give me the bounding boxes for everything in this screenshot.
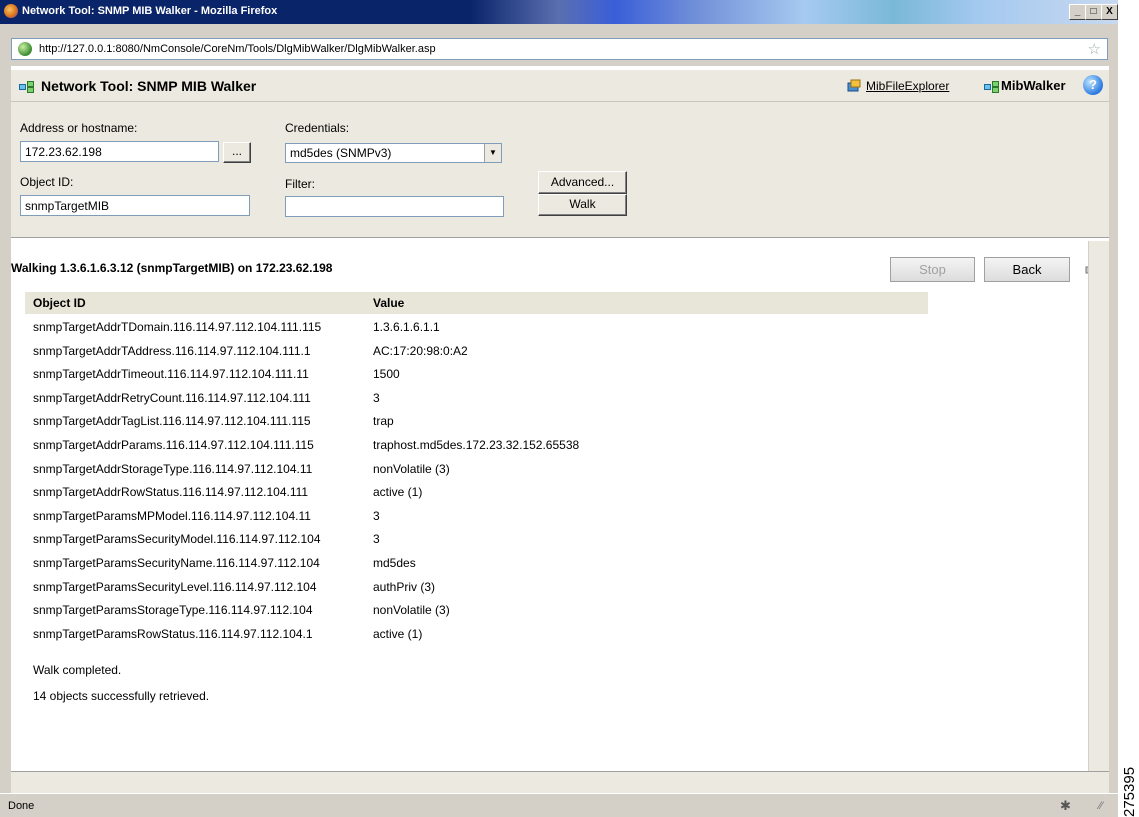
- address-label: Address or hostname:: [20, 121, 138, 135]
- row-object-id: snmpTargetAddrStorageType.116.114.97.112…: [33, 461, 313, 476]
- summary-text: 14 objects successfully retrieved.: [33, 689, 210, 703]
- row-object-id: snmpTargetAddrTDomain.116.114.97.112.104…: [33, 320, 322, 334]
- chevron-down-icon[interactable]: ▼: [484, 144, 501, 162]
- row-value: trap: [373, 414, 394, 429]
- url-text: http://127.0.0.1:8080/NmConsole/CoreNm/T…: [39, 43, 436, 55]
- row-object-id: snmpTargetAddrParams.116.114.97.112.104.…: [33, 438, 314, 452]
- vertical-scrollbar[interactable]: [1088, 241, 1109, 771]
- credentials-select[interactable]: md5des (SNMPv3) ▼: [285, 143, 502, 163]
- row-object-id: snmpTargetAddrTimeout.116.114.97.112.104…: [33, 367, 309, 382]
- row-object-id: snmpTargetAddrTAddress.116.114.97.112.10…: [33, 343, 311, 358]
- close-button[interactable]: X: [1101, 4, 1118, 20]
- window-title: Network Tool: SNMP MIB Walker - Mozilla …: [22, 5, 278, 17]
- row-value: 3: [373, 508, 380, 523]
- row-value: 3: [373, 390, 380, 405]
- address-input[interactable]: [20, 141, 219, 162]
- row-object-id: snmpTargetParamsStorageType.116.114.97.1…: [33, 603, 313, 618]
- table-row: snmpTargetAddrRowStatus.116.114.97.112.1…: [33, 485, 933, 507]
- row-object-id: snmpTargetAddrTagList.116.114.97.112.104…: [33, 414, 311, 429]
- row-object-id: snmpTargetParamsRowStatus.116.114.97.112…: [33, 626, 313, 641]
- row-value: AC:17:20:98:0:A2: [373, 343, 468, 358]
- row-value: active (1): [373, 626, 423, 641]
- window-title-bar[interactable]: Network Tool: SNMP MIB Walker - Mozilla …: [0, 0, 1118, 24]
- row-value: nonVolatile (3): [373, 461, 450, 476]
- back-button[interactable]: Back: [984, 257, 1070, 282]
- walk-button[interactable]: Walk: [538, 194, 627, 216]
- row-value: nonVolatile (3): [373, 603, 450, 618]
- bookmark-star-icon[interactable]: ☆: [1088, 40, 1101, 58]
- row-object-id: snmpTargetParamsMPModel.116.114.97.112.1…: [33, 508, 311, 523]
- table-row: snmpTargetParamsMPModel.116.114.97.112.1…: [33, 509, 933, 531]
- table-row: snmpTargetAddrTAddress.116.114.97.112.10…: [33, 344, 933, 366]
- mib-walker-label: MibWalker: [1001, 78, 1066, 93]
- row-object-id: snmpTargetParamsSecurityModel.116.114.97…: [33, 532, 321, 547]
- figure-id-text: 275395: [1121, 766, 1138, 817]
- row-value: authPriv (3): [373, 579, 436, 594]
- table-row: snmpTargetParamsSecurityLevel.116.114.97…: [33, 580, 933, 602]
- row-value: active (1): [373, 485, 423, 500]
- table-row: snmpTargetAddrTimeout.116.114.97.112.104…: [33, 367, 933, 389]
- addon-icon[interactable]: ✱: [1060, 798, 1071, 814]
- minimize-button[interactable]: _: [1069, 4, 1086, 20]
- table-row: snmpTargetAddrStorageType.116.114.97.112…: [33, 462, 933, 484]
- table-row: snmpTargetParamsRowStatus.116.114.97.112…: [33, 627, 933, 649]
- url-field[interactable]: http://127.0.0.1:8080/NmConsole/CoreNm/T…: [11, 38, 1108, 60]
- mib-walker-icon: [984, 81, 999, 93]
- row-value: 1500: [373, 367, 400, 382]
- filter-input[interactable]: [285, 196, 504, 217]
- walk-completed-text: Walk completed.: [33, 663, 122, 677]
- column-value: Value: [373, 296, 405, 310]
- window-left-frame: [0, 66, 11, 793]
- table-row: snmpTargetAddrParams.116.114.97.112.104.…: [33, 438, 933, 460]
- app-header: Network Tool: SNMP MIB Walker MibFileExp…: [11, 70, 1109, 102]
- table-row: snmpTargetAddrTagList.116.114.97.112.104…: [33, 414, 933, 436]
- row-value: 3: [373, 532, 380, 547]
- table-row: snmpTargetParamsSecurityModel.116.114.97…: [33, 532, 933, 554]
- bottom-panel: [11, 771, 1109, 793]
- maximize-button[interactable]: □: [1085, 4, 1102, 20]
- object-id-label: Object ID:: [20, 175, 74, 189]
- firefox-icon: [4, 4, 18, 18]
- network-icon: [19, 81, 34, 93]
- help-icon[interactable]: ?: [1083, 75, 1103, 95]
- credentials-label: Credentials:: [285, 121, 350, 135]
- walk-heading: Walking 1.3.6.1.6.3.12 (snmpTargetMIB) o…: [11, 261, 333, 275]
- table-row: snmpTargetAddrRetryCount.116.114.97.112.…: [33, 391, 933, 413]
- mib-file-explorer-link[interactable]: MibFileExplorer: [866, 79, 949, 93]
- table-row: snmpTargetAddrTDomain.116.114.97.112.104…: [33, 320, 933, 342]
- advanced-button[interactable]: Advanced...: [538, 171, 627, 194]
- row-value: traphost.md5des.172.23.32.152.65538: [373, 438, 580, 452]
- walk-form: Address or hostname: ... Credentials: md…: [11, 102, 1109, 238]
- table-row: snmpTargetParamsSecurityName.116.114.97.…: [33, 556, 933, 578]
- row-value: md5des: [373, 556, 416, 570]
- browse-button[interactable]: ...: [223, 142, 251, 163]
- mib-file-explorer-icon: [847, 79, 861, 92]
- window-right-frame: [1109, 66, 1118, 793]
- page-title: Network Tool: SNMP MIB Walker: [41, 78, 257, 94]
- row-object-id: snmpTargetParamsSecurityLevel.116.114.97…: [33, 579, 317, 594]
- status-bar: Done ✱ ⁄⁄: [0, 793, 1118, 817]
- column-object-id: Object ID: [33, 296, 86, 310]
- resize-grip-icon[interactable]: ⁄⁄: [1099, 800, 1103, 812]
- figure-id: 275395: [1118, 740, 1139, 817]
- stop-button[interactable]: Stop: [890, 257, 975, 282]
- filter-label: Filter:: [285, 177, 315, 191]
- row-value: 1.3.6.1.6.1.1: [373, 320, 440, 334]
- row-object-id: snmpTargetAddrRowStatus.116.114.97.112.1…: [33, 485, 309, 500]
- credentials-value: md5des (SNMPv3): [290, 146, 392, 160]
- row-object-id: snmpTargetAddrRetryCount.116.114.97.112.…: [33, 390, 311, 405]
- table-row: snmpTargetParamsStorageType.116.114.97.1…: [33, 603, 933, 625]
- globe-icon: [18, 42, 32, 56]
- object-id-input[interactable]: [20, 195, 250, 216]
- results-table-header: Object ID Value: [25, 292, 928, 314]
- status-text: Done: [8, 800, 35, 812]
- row-object-id: snmpTargetParamsSecurityName.116.114.97.…: [33, 556, 320, 570]
